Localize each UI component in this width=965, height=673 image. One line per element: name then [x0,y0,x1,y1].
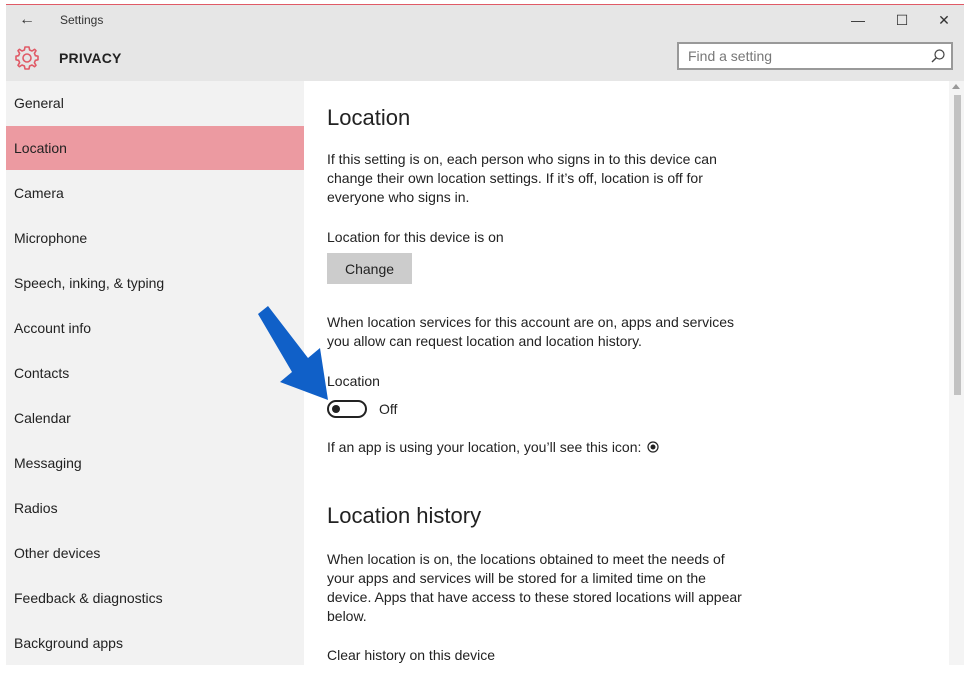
toggle-state-text: Off [379,401,398,417]
annotation-arrow-icon [258,306,328,400]
location-description: If this setting is on, each person who s… [327,151,717,205]
device-location-status: Location for this device is on [327,229,504,245]
scroll-thumb[interactable] [954,95,961,395]
sidebar-item-microphone[interactable]: Microphone [6,216,304,260]
sidebar-item-camera[interactable]: Camera [6,171,304,215]
clear-history-label: Clear history on this device [327,647,496,663]
sidebar-item-general[interactable]: General [6,81,304,125]
page-header: PRIVACY [6,35,964,81]
location-history-description: When location is on, the locations obtai… [327,551,742,624]
main-content: Location If this setting is on, each per… [304,81,949,665]
account-location-description: When location services for this account … [327,314,734,349]
search-icon[interactable] [928,46,948,66]
settings-window: ← Settings — ☐ ✕ PRIVACY General Locatio… [6,4,964,665]
title-bar: ← Settings — ☐ ✕ [6,5,964,35]
location-heading: Location [327,105,411,130]
back-button[interactable]: ← [14,7,40,33]
page-title: PRIVACY [59,50,122,66]
sidebar-item-other-devices[interactable]: Other devices [6,531,304,575]
window-title: Settings [60,13,104,27]
search-box[interactable] [677,42,953,70]
location-indicator-icon [647,441,659,453]
sidebar-item-location[interactable]: Location [6,126,304,170]
search-input[interactable] [679,44,928,68]
sidebar-item-background-apps[interactable]: Background apps [6,621,304,665]
minimize-button[interactable]: — [842,8,874,32]
location-history-heading: Location history [327,503,482,528]
sidebar-item-feedback[interactable]: Feedback & diagnostics [6,576,304,620]
location-icon-note: If an app is using your location, you’ll… [327,439,642,455]
close-button[interactable]: ✕ [928,8,960,32]
change-button[interactable]: Change [327,253,412,284]
gear-icon [15,46,39,70]
sidebar-item-speech[interactable]: Speech, inking, & typing [6,261,304,305]
scroll-up-arrow-icon[interactable] [952,84,960,89]
sidebar-item-radios[interactable]: Radios [6,486,304,530]
scrollbar[interactable] [949,81,964,665]
sidebar-item-messaging[interactable]: Messaging [6,441,304,485]
maximize-button[interactable]: ☐ [886,8,918,32]
toggle-knob [332,405,340,413]
